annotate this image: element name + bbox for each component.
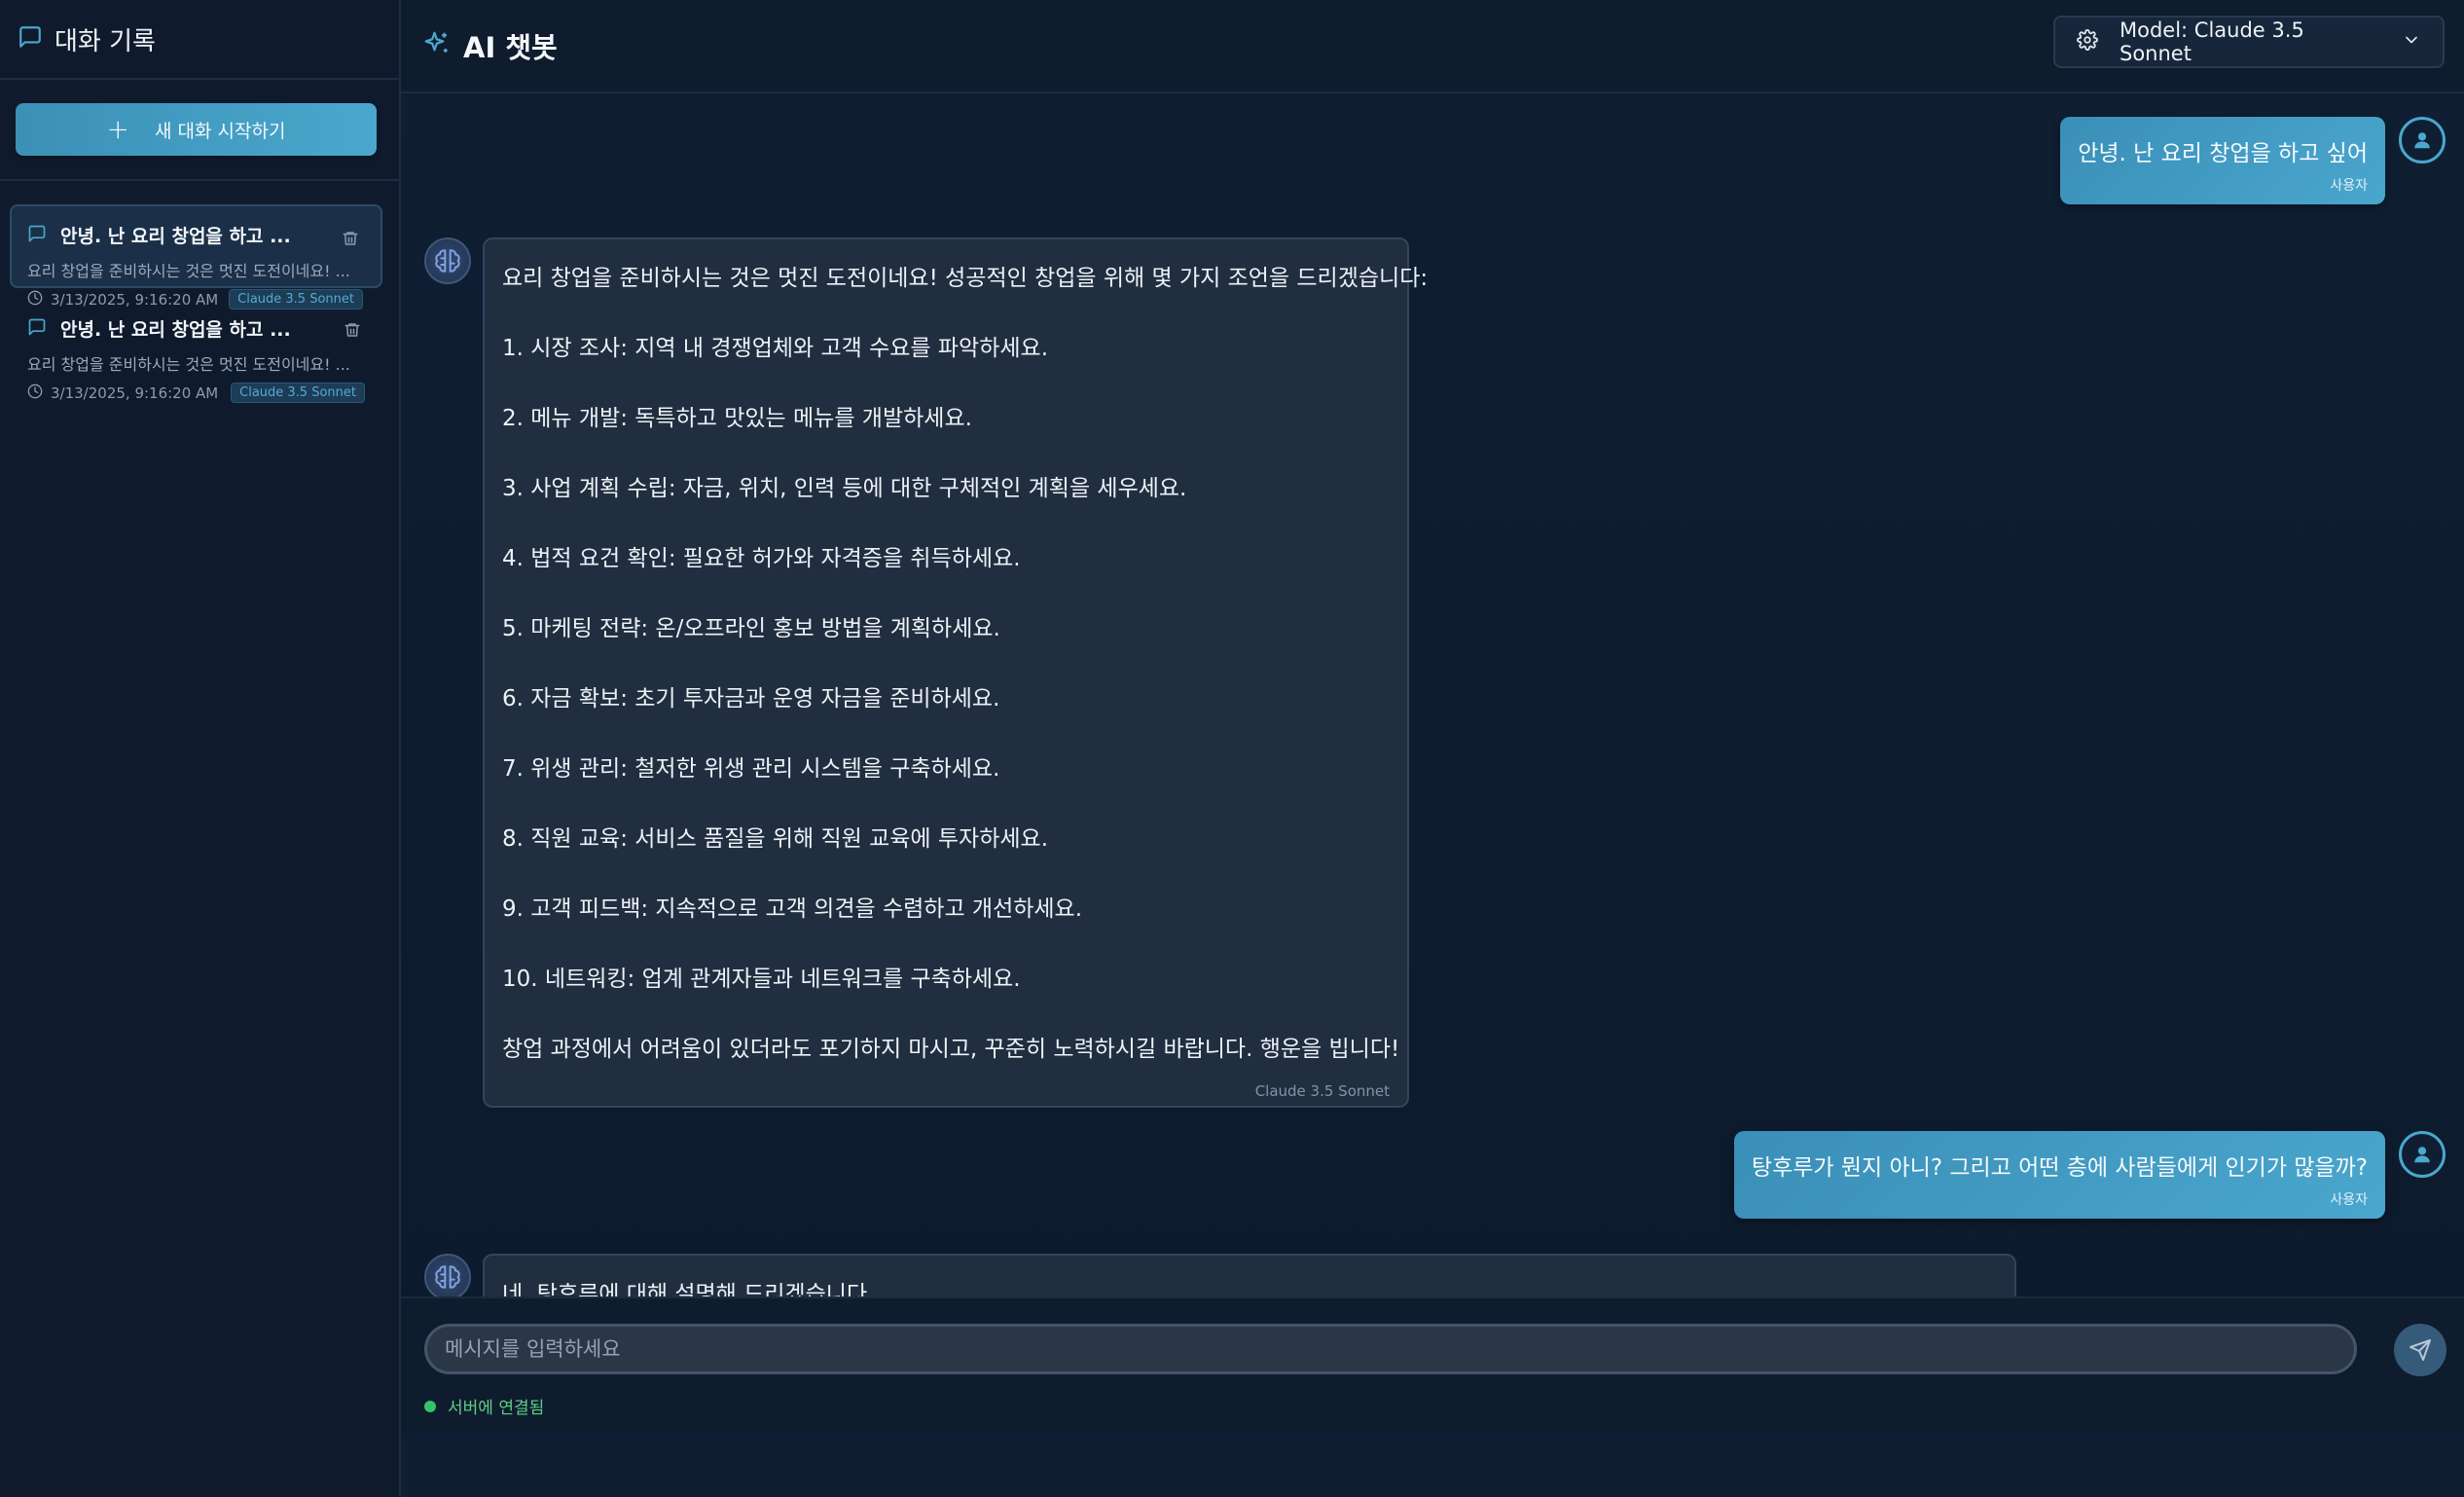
top-bar: AI 챗봇 Model: Claude 3.5 Sonnet [401,0,2464,93]
conversation-title: 안녕. 난 요리 창업을 하고 ... [60,319,291,341]
user-avatar [2399,117,2446,164]
bot-avatar [424,237,471,284]
user-icon [2414,132,2430,149]
sparkle-icon [422,29,452,62]
conversation-title-row: 안녕. 난 요리 창업을 하고 ... [27,315,365,342]
chat-messages[interactable]: 안녕. 난 요리 창업을 하고 싶어 사용자 요리 창업을 준비하시는 것은 멋… [401,95,2464,1296]
message-sender-label: 사용자 [2330,1192,2368,1208]
conversation-title-row: 안녕. 난 요리 창업을 하고 ... [27,222,363,248]
message-line: 1. 시장 조사: 지역 내 경쟁업체와 고객 수요를 파악하세요. [502,336,1049,361]
bot-message: 요리 창업을 준비하시는 것은 멋진 도전이네요! 성공적인 창업을 위해 몇 … [483,237,1429,1108]
message-model-label: Claude 3.5 Sonnet [1254,1082,1390,1100]
conversation-preview: 요리 창업을 준비하시는 것은 멋진 도전이네요! ... [27,262,350,280]
new-chat-button[interactable]: + 새 대화 시작하기 [16,103,377,156]
message-line: 7. 위생 관리: 철저한 위생 관리 시스템을 구축하세요. [502,756,1000,782]
conversation-item[interactable]: 안녕. 난 요리 창업을 하고 ... 요리 창업을 준비하시는 것은 멋진 도… [10,298,382,403]
status-dot [424,1400,436,1412]
sidebar: 대화 기록 + 새 대화 시작하기 안녕. 난 요리 창업을 하고 ... 요리… [0,0,401,1497]
model-badge: Claude 3.5 Sonnet [231,383,365,403]
conversation-list: 안녕. 난 요리 창업을 하고 ... 요리 창업을 준비하시는 것은 멋진 도… [0,181,399,403]
chevron-down-icon [2402,30,2421,55]
message-line: 4. 법적 요건 확인: 필요한 허가와 자격증을 취득하세요. [502,546,1021,571]
message-line: 5. 마케팅 전략: 온/오프라인 홍보 방법을 계획하세요. [502,616,1000,641]
message-line: 2. 메뉴 개발: 독특하고 맛있는 메뉴를 개발하세요. [502,406,972,431]
trash-icon[interactable] [344,321,361,343]
sidebar-header: 대화 기록 [0,0,399,80]
clock-icon [27,383,43,403]
sidebar-title: 대화 기록 [54,26,156,56]
message-text: 안녕. 난 요리 창업을 하고 싶어 [2078,141,2368,166]
brain-icon [435,1265,460,1289]
message-input[interactable] [424,1324,2357,1374]
app-title: AI 챗봇 [463,31,558,64]
message-text: 탕후루가 뭔지 아니? 그리고 어떤 층에 사람들에게 인기가 많을까? [1751,1155,2368,1181]
message-line: 10. 네트워킹: 업계 관계자들과 네트워크를 구축하세요. [502,967,1021,992]
user-message: 안녕. 난 요리 창업을 하고 싶어 사용자 [2060,117,2385,204]
chat-bubble-icon [27,224,47,247]
conversation-title: 안녕. 난 요리 창업을 하고 ... [60,226,291,247]
main-panel: AI 챗봇 Model: Claude 3.5 Sonnet 안녕. 난 요리 … [401,0,2464,1497]
chat-bubble-icon [27,317,47,341]
message-line: 8. 직원 교육: 서비스 품질을 위해 직원 교육에 투자하세요. [502,826,1049,852]
model-select-label: Model: Claude 3.5 Sonnet [2120,18,2304,65]
connection-status: 서버에 연결됨 [424,1394,544,1418]
model-select[interactable]: Model: Claude 3.5 Sonnet [2053,16,2445,68]
input-area-footer [401,1433,2464,1497]
message-line: 6. 자금 확보: 초기 투자금과 운영 자금을 준비하세요. [502,686,1000,712]
user-icon [2414,1147,2430,1163]
input-area: 서버에 연결됨 [401,1296,2464,1497]
gear-icon [2077,28,2098,55]
bot-message: 네, 탕후루에 대해 설명해 드리겠습니다. [483,1254,2016,1296]
conversation-preview: 요리 창업을 준비하시는 것은 멋진 도전이네요! ... [27,355,350,374]
send-icon [2410,1339,2431,1361]
new-chat-label: 새 대화 시작하기 [155,120,286,142]
trash-icon[interactable] [342,230,359,251]
conversation-item[interactable]: 안녕. 난 요리 창업을 하고 ... 요리 창업을 준비하시는 것은 멋진 도… [10,204,382,310]
message-line: 9. 고객 피드백: 지속적으로 고객 의견을 수렴하고 개선하세요. [502,896,1083,922]
status-text: 서버에 연결됨 [448,1399,545,1418]
send-button[interactable] [2394,1324,2446,1376]
user-message: 탕후루가 뭔지 아니? 그리고 어떤 층에 사람들에게 인기가 많을까? 사용자 [1733,1131,2385,1219]
conversation-date: 3/13/2025, 9:16:20 AM [51,383,219,402]
message-line: 네, 탕후루에 대해 설명해 드리겠습니다. [502,1282,875,1296]
user-avatar [2399,1131,2446,1178]
brain-icon [435,249,460,273]
new-chat-section: + 새 대화 시작하기 [0,80,399,181]
message-line: 3. 사업 계획 수립: 자금, 위치, 인력 등에 대한 구체적인 계획을 세… [502,476,1187,501]
bot-avatar [424,1254,471,1296]
message-line: 요리 창업을 준비하시는 것은 멋진 도전이네요! 성공적인 창업을 위해 몇 … [502,266,1429,291]
plus-icon: + [106,113,129,145]
message-sender-label: 사용자 [2330,178,2368,194]
conversation-meta: 3/13/2025, 9:16:20 AM Claude 3.5 Sonnet [27,383,365,403]
chat-bubble-icon [18,24,43,54]
